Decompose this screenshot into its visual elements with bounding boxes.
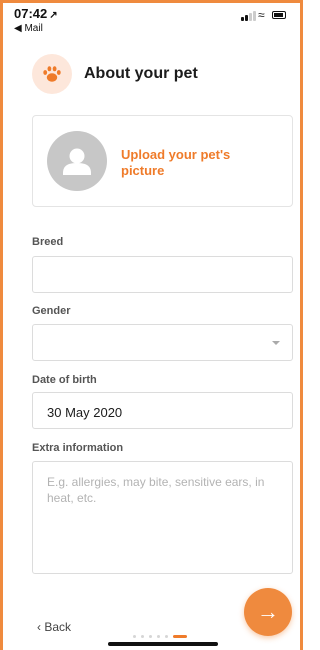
step-indicator [133, 628, 192, 639]
breed-input[interactable] [32, 256, 293, 293]
battery-icon [272, 11, 286, 19]
page-title: About your pet [84, 65, 198, 82]
dob-value: 30 May 2020 [47, 405, 123, 420]
back-to-mail-link[interactable]: ◀ Mail [14, 23, 43, 34]
signal-icon-bar-1 [241, 17, 244, 21]
system-icons: ≈ [241, 8, 287, 22]
home-indicator [108, 642, 218, 646]
top-accent-bar [0, 0, 303, 3]
signal-icon-bar-4 [253, 11, 256, 21]
status-time: 07:42 ↗ [14, 6, 58, 21]
extra-info-label: Extra information [32, 442, 124, 454]
extra-info-textarea[interactable]: E.g. allergies, may bite, sensitive ears… [32, 461, 293, 574]
signal-icon-bar-2 [245, 15, 248, 21]
status-bar: 07:42 ↗ ◀ Mail ≈ [14, 6, 289, 38]
user-avatar-icon [47, 131, 107, 191]
arrow-right-icon: → [257, 599, 279, 624]
next-button[interactable]: → [244, 588, 292, 636]
chevron-down-icon [272, 341, 280, 345]
dob-field[interactable]: 30 May 2020 [32, 392, 293, 429]
paw-icon [32, 54, 72, 94]
upload-picture-card[interactable]: Upload your pet's picture [32, 115, 293, 207]
time-text: 07:42 [14, 6, 48, 21]
step-dot-active [173, 635, 187, 639]
signal-icon-bar-3 [249, 13, 252, 21]
gender-select[interactable] [32, 324, 293, 361]
location-arrow-icon: ↗ [49, 10, 58, 21]
breed-label: Breed [32, 236, 64, 248]
extra-info-placeholder: E.g. allergies, may bite, sensitive ears… [47, 475, 265, 505]
gender-label: Gender [32, 305, 71, 317]
upload-picture-label[interactable]: Upload your pet's picture [121, 147, 271, 179]
back-button[interactable]: ‹ Back [37, 620, 71, 634]
wifi-icon: ≈ [258, 8, 265, 22]
dob-label: Date of birth [32, 374, 97, 386]
